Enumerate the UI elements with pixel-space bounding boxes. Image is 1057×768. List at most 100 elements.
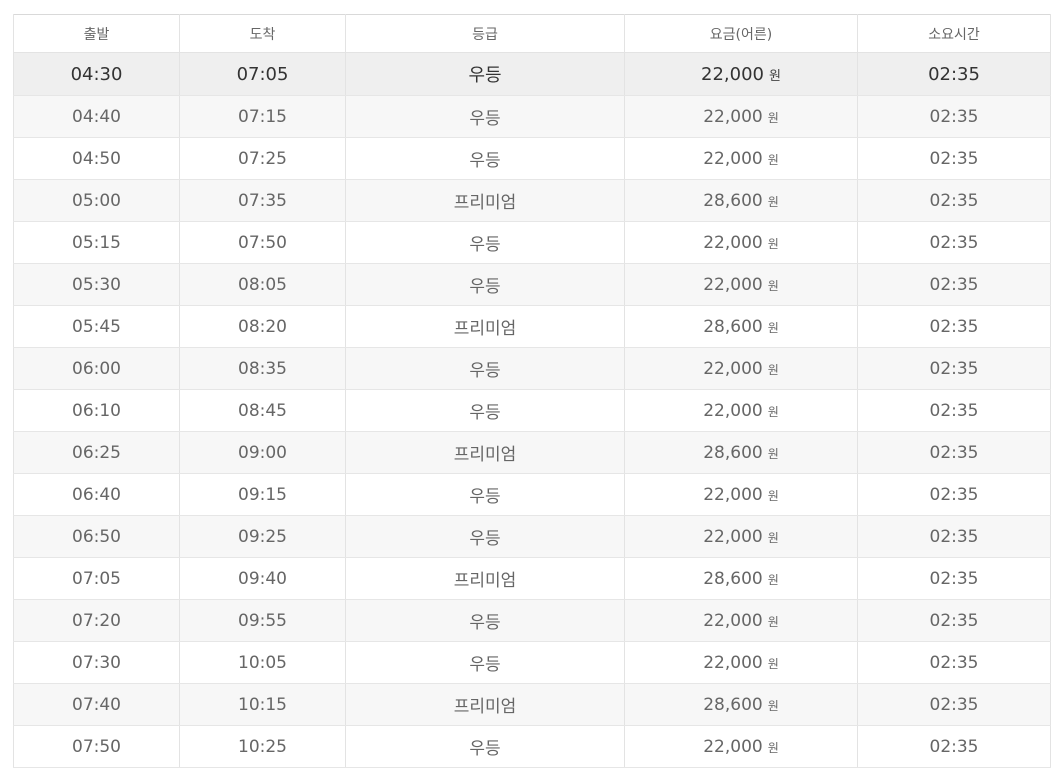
bus-grade: 우등 [469, 151, 501, 171]
table-row[interactable]: 07:50 10:25 우등 22,000 원 02:35 [13, 725, 1051, 768]
duration-cell: 02:35 [857, 95, 1051, 138]
arrival-time-cell: 07:05 [179, 52, 346, 96]
fare-unit: 원 [767, 194, 779, 209]
fare-unit: 원 [767, 404, 779, 419]
bus-grade: 프리미엄 [453, 571, 517, 591]
duration-cell: 02:35 [857, 347, 1051, 390]
table-header-row: 출발 도착 등급 요금(어른) 소요시간 [13, 14, 1051, 53]
table-row[interactable]: 07:20 09:55 우등 22,000 원 02:35 [13, 599, 1051, 642]
table-row[interactable]: 05:15 07:50 우등 22,000 원 02:35 [13, 221, 1051, 264]
duration-cell: 02:35 [857, 179, 1051, 222]
departure-time: 04:40 [72, 106, 121, 127]
departure-time: 04:50 [72, 148, 121, 169]
duration-cell: 02:35 [857, 52, 1051, 96]
table-row[interactable]: 05:45 08:20 프리미엄 28,600 원 02:35 [13, 305, 1051, 348]
grade-cell: 우등 [345, 599, 625, 642]
fare-cell: 22,000 원 [624, 347, 858, 390]
fare-unit: 원 [767, 320, 779, 335]
bus-grade: 프리미엄 [453, 319, 517, 339]
table-row[interactable]: 05:00 07:35 프리미엄 28,600 원 02:35 [13, 179, 1051, 222]
departure-time-cell: 06:25 [13, 431, 180, 474]
arrival-time-cell: 10:15 [179, 683, 346, 726]
fare-cell: 28,600 원 [624, 179, 858, 222]
grade-cell: 프리미엄 [345, 431, 625, 474]
table-row[interactable]: 06:00 08:35 우등 22,000 원 02:35 [13, 347, 1051, 390]
departure-time-cell: 04:50 [13, 137, 180, 180]
departure-time: 06:00 [72, 358, 121, 379]
table-row[interactable]: 07:05 09:40 프리미엄 28,600 원 02:35 [13, 557, 1051, 600]
arrival-time: 09:55 [238, 610, 287, 631]
header-grade: 등급 [345, 14, 625, 53]
departure-time-cell: 05:30 [13, 263, 180, 306]
bus-grade: 우등 [469, 529, 501, 549]
fare-unit: 원 [767, 278, 779, 293]
departure-time-cell: 05:00 [13, 179, 180, 222]
fare-unit: 원 [767, 740, 779, 755]
table-row[interactable]: 06:50 09:25 우등 22,000 원 02:35 [13, 515, 1051, 558]
fare-cell: 22,000 원 [624, 263, 858, 306]
table-row[interactable]: 06:40 09:15 우등 22,000 원 02:35 [13, 473, 1051, 516]
duration-cell: 02:35 [857, 641, 1051, 684]
table-row[interactable]: 06:25 09:00 프리미엄 28,600 원 02:35 [13, 431, 1051, 474]
departure-time-cell: 07:20 [13, 599, 180, 642]
table-body: 04:30 07:05 우등 22,000 원 02:35 04:40 07:15… [13, 52, 1051, 768]
table-row[interactable]: 06:10 08:45 우등 22,000 원 02:35 [13, 389, 1051, 432]
header-fare: 요금(어른) [624, 14, 858, 53]
table-row[interactable]: 05:30 08:05 우등 22,000 원 02:35 [13, 263, 1051, 306]
fare-cell: 28,600 원 [624, 431, 858, 474]
table-row[interactable]: 07:40 10:15 프리미엄 28,600 원 02:35 [13, 683, 1051, 726]
departure-time: 05:15 [72, 232, 121, 253]
bus-grade: 우등 [469, 487, 501, 507]
bus-grade: 우등 [469, 655, 501, 675]
grade-cell: 우등 [345, 263, 625, 306]
fare-amount: 22,000 [703, 610, 763, 631]
arrival-time-cell: 10:05 [179, 641, 346, 684]
timetable-container: 출발 도착 등급 요금(어른) 소요시간 04:30 07:05 우등 22,0… [13, 14, 1051, 768]
fare-unit: 원 [769, 68, 781, 84]
fare-amount: 28,600 [703, 442, 763, 463]
fare-amount: 22,000 [703, 736, 763, 757]
fare-unit: 원 [767, 152, 779, 167]
grade-cell: 프리미엄 [345, 179, 625, 222]
table-row[interactable]: 04:40 07:15 우등 22,000 원 02:35 [13, 95, 1051, 138]
trip-duration: 02:35 [929, 232, 979, 253]
table-row[interactable]: 04:50 07:25 우등 22,000 원 02:35 [13, 137, 1051, 180]
trip-duration: 02:35 [928, 63, 980, 85]
fare-amount: 22,000 [703, 232, 763, 253]
arrival-time: 07:25 [238, 148, 287, 169]
departure-time-cell: 07:30 [13, 641, 180, 684]
fare-cell: 22,000 원 [624, 95, 858, 138]
departure-time-cell: 06:50 [13, 515, 180, 558]
departure-time-cell: 06:00 [13, 347, 180, 390]
arrival-time: 10:15 [238, 694, 287, 715]
arrival-time: 08:20 [238, 316, 287, 337]
grade-cell: 프리미엄 [345, 683, 625, 726]
trip-duration: 02:35 [929, 358, 979, 379]
fare-amount: 22,000 [703, 148, 763, 169]
fare-unit: 원 [767, 110, 779, 125]
departure-time: 05:45 [72, 316, 121, 337]
arrival-time-cell: 09:00 [179, 431, 346, 474]
fare-amount: 22,000 [703, 106, 763, 127]
duration-cell: 02:35 [857, 683, 1051, 726]
trip-duration: 02:35 [929, 484, 979, 505]
grade-cell: 우등 [345, 515, 625, 558]
fare-unit: 원 [767, 656, 779, 671]
table-row[interactable]: 04:30 07:05 우등 22,000 원 02:35 [13, 52, 1051, 96]
arrival-time-cell: 09:15 [179, 473, 346, 516]
bus-grade: 우등 [469, 361, 501, 381]
fare-unit: 원 [767, 614, 779, 629]
bus-grade: 우등 [469, 235, 501, 255]
fare-amount: 22,000 [701, 63, 764, 85]
departure-time-cell: 05:15 [13, 221, 180, 264]
header-arrival: 도착 [179, 14, 346, 53]
departure-time: 05:00 [72, 190, 121, 211]
departure-time: 06:40 [72, 484, 121, 505]
trip-duration: 02:35 [929, 442, 979, 463]
departure-time: 05:30 [72, 274, 121, 295]
departure-time: 04:30 [70, 63, 123, 85]
header-departure: 출발 [13, 14, 180, 53]
table-row[interactable]: 07:30 10:05 우등 22,000 원 02:35 [13, 641, 1051, 684]
grade-cell: 프리미엄 [345, 305, 625, 348]
arrival-time: 09:00 [238, 442, 287, 463]
